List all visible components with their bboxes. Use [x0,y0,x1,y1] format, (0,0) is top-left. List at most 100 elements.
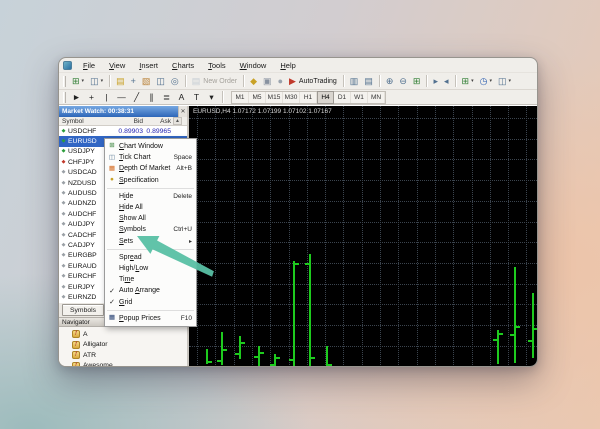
close-icon[interactable]: ✕ [178,106,187,117]
symbol-name: USDCHF [68,128,111,135]
fibonacci-button[interactable]: ≣ [160,91,173,104]
timeframe-m15[interactable]: M15 [266,92,283,103]
tool-buttons: ►+|―╱∥≣AT▾ [69,91,219,104]
menu-window[interactable]: Window [233,60,274,71]
timeframe-h4[interactable]: H4 [317,91,334,104]
navigator-tree: fAfAlligatorfATRfAwesomef [59,327,187,367]
context-menu-item-symbols[interactable]: SymbolsCtrl+U [105,224,196,235]
navigator-toggle-button[interactable]: ▧ [140,74,153,88]
toolbar-group: ⊞▾◫▾ [69,74,106,88]
timeframe-mn[interactable]: MN [368,92,385,103]
community-button[interactable]: ▣ [261,74,274,88]
crosshair-button[interactable]: + [85,91,98,104]
column-ask[interactable]: Ask [143,118,171,125]
timeframe-w1[interactable]: W1 [351,92,368,103]
navigator-item[interactable]: fATR [72,350,187,361]
templates-button[interactable]: ◫▾ [496,74,513,88]
context-menu-item-tick-chart[interactable]: ◫Tick ChartSpace [105,152,196,163]
timeframe-m1[interactable]: M1 [232,92,249,103]
equidistant-channel-button[interactable]: ∥ [145,91,158,104]
indicators-button[interactable]: ⊞▾ [460,74,476,88]
context-menu-item-depth-of-market[interactable]: ▦Depth Of MarketAlt+B [105,163,196,174]
context-menu-item-sets[interactable]: Sets▸ [105,236,196,247]
horizontal-line-button[interactable]: ― [115,91,128,104]
timeframe-h1[interactable]: H1 [300,92,317,103]
context-menu-item-time[interactable]: Time [105,274,196,285]
market-watch-row[interactable]: ◆USDCHF0.899030.89965 [59,126,187,136]
chart-ohlc-header: EURUSD,H4 1.07172 1.07199 1.07102 1.0716… [193,108,332,115]
chart-shift-button[interactable]: ◂ [442,74,451,88]
menu-file[interactable]: File [76,60,102,71]
new-chart-button[interactable]: ⊞▾ [70,74,86,88]
context-menu-item-spread[interactable]: Spread [105,252,196,263]
timeframe-m5[interactable]: M5 [249,92,266,103]
strategy-tester-icon: ◎ [171,77,179,86]
chart-bars-button[interactable]: ▥ [348,74,361,88]
gridline [189,325,537,326]
gridline [189,180,537,181]
open-tick [528,340,532,342]
menu-insert[interactable]: Insert [132,60,165,71]
text-label-button[interactable]: T [190,91,203,104]
symbol-state-icon: ◆ [59,191,68,196]
scroll-up-icon[interactable]: ▲ [173,117,182,125]
web-button[interactable]: ● [276,74,285,88]
gridline [490,106,491,367]
text-button[interactable]: A [175,91,188,104]
toolbar-grip[interactable] [63,92,66,103]
chevron-down-icon: ▾ [101,78,104,84]
ohlc-bar [239,336,241,359]
chart-area[interactable]: EURUSD,H4 1.07172 1.07199 1.07102 1.0716… [189,106,537,367]
context-menu-item-hide[interactable]: HideDelete [105,191,196,202]
shapes-button[interactable]: ▾ [205,91,218,104]
toolbar-group: ⊞▾◷▾◫▾ [459,74,514,88]
ohlc-bar [258,346,260,366]
zoom-in-button[interactable]: ⊕ [384,74,396,88]
profiles-icon: ◫ [90,77,99,86]
popup-prices-icon: ▦ [105,315,119,322]
context-menu-item-auto-arrange[interactable]: ✓Auto Arrange [105,285,196,296]
new-order-button[interactable]: ▤New Order [190,74,239,88]
column-bid[interactable]: Bid [111,118,143,125]
context-menu-item-show-all[interactable]: Show All [105,213,196,224]
context-menu-item-hide-all[interactable]: Hide All [105,202,196,213]
symbols-tab[interactable]: Symbols [62,304,104,316]
depth-of-market-icon: ▦ [105,166,119,173]
vertical-line-button[interactable]: | [100,91,113,104]
auto-scroll-button[interactable]: ▸ [431,74,440,88]
timeframe-m30[interactable]: M30 [283,92,300,103]
column-symbol[interactable]: Symbol [59,118,111,125]
navigator-item[interactable]: fAwesome [72,361,187,368]
toolbar-grip[interactable] [63,76,66,87]
timeframe-d1[interactable]: D1 [334,92,351,103]
trendline-button[interactable]: ╱ [130,91,143,104]
new-order-label: New Order [203,78,237,85]
navigator-item[interactable]: fAlligator [72,340,187,351]
checkmark-icon: ✓ [105,287,119,295]
autotrading-button[interactable]: ▶AutoTrading [287,74,339,88]
menu-help[interactable]: Help [273,60,302,71]
context-menu-item-specification[interactable]: ●Specification [105,175,196,186]
tile-windows-button[interactable]: ⊞ [411,74,423,88]
market-watch-context-menu: ⊞Chart Window◫Tick ChartSpace▦Depth Of M… [104,138,197,327]
specification-icon: ● [110,177,114,184]
strategy-tester-button[interactable]: ◎ [169,74,181,88]
context-menu-item-grid[interactable]: ✓Grid [105,296,196,307]
navigator-item[interactable]: fA [72,329,187,340]
context-menu-item-high-low[interactable]: High/Low [105,263,196,274]
menu-item-shortcut: Delete [173,193,192,200]
profiles-button[interactable]: ◫▾ [88,74,105,88]
terminal-toggle-button[interactable]: ◫ [154,74,167,88]
cursor-button[interactable]: ► [70,91,83,104]
context-menu-item-chart-window[interactable]: ⊞Chart Window [105,141,196,152]
market-watch-toggle-button[interactable]: ▤ [114,74,127,88]
zoom-out-button[interactable]: ⊖ [397,74,409,88]
data-window-button[interactable]: + [129,74,138,88]
alerts-button[interactable]: ◆ [248,74,259,88]
menu-view[interactable]: View [102,60,132,71]
context-menu-item-popup-prices[interactable]: ▦Popup PricesF10 [105,313,196,324]
periods-button[interactable]: ◷▾ [478,74,494,88]
chart-candles-button[interactable]: ▤ [362,74,375,88]
menu-tools[interactable]: Tools [201,60,233,71]
menu-charts[interactable]: Charts [165,60,201,71]
